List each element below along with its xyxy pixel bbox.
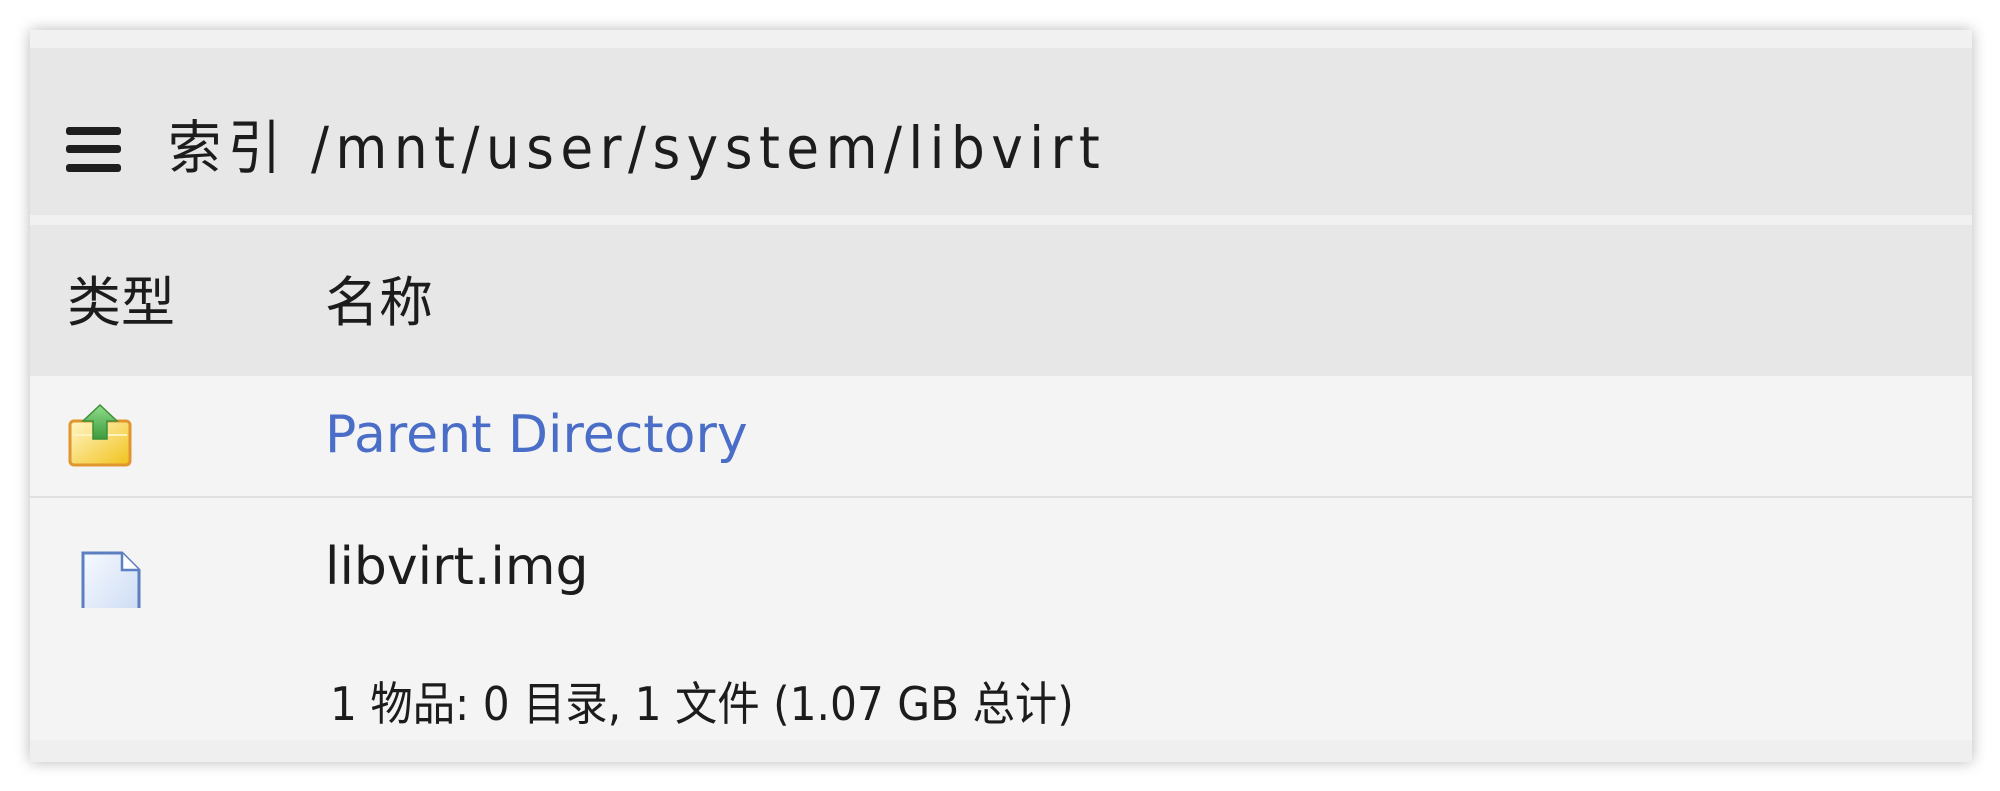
panel-bottom-strip bbox=[30, 740, 1972, 762]
page-title: 索引 /mnt/user/system/libvirt bbox=[168, 114, 1107, 182]
directory-summary: 1 物品: 0 目录, 1 文件 (1.07 GB 总计) bbox=[30, 608, 1972, 740]
title-bar: 索引 /mnt/user/system/libvirt bbox=[30, 48, 1972, 215]
table-row[interactable]: Parent Directory bbox=[30, 376, 1972, 498]
parent-folder-icon[interactable] bbox=[67, 403, 133, 473]
parent-directory-link[interactable]: Parent Directory bbox=[325, 403, 748, 467]
panel-top-strip bbox=[30, 30, 1972, 48]
summary-text: 1 物品: 0 目录, 1 文件 (1.07 GB 总计) bbox=[330, 677, 1074, 731]
column-header-name[interactable]: 名称 bbox=[325, 271, 433, 335]
menu-bar-line bbox=[66, 145, 121, 153]
file-name[interactable]: libvirt.img bbox=[325, 535, 589, 599]
directory-index-panel: 索引 /mnt/user/system/libvirt 类型 名称 Parent… bbox=[30, 30, 1972, 762]
column-header-type[interactable]: 类型 bbox=[67, 271, 175, 335]
table-row[interactable]: libvirt.img bbox=[30, 498, 1972, 625]
divider bbox=[30, 215, 1972, 225]
hamburger-menu-icon[interactable] bbox=[66, 127, 121, 172]
menu-bar-line bbox=[66, 164, 121, 172]
menu-bar-line bbox=[66, 127, 121, 135]
table-header: 类型 名称 bbox=[30, 225, 1972, 377]
